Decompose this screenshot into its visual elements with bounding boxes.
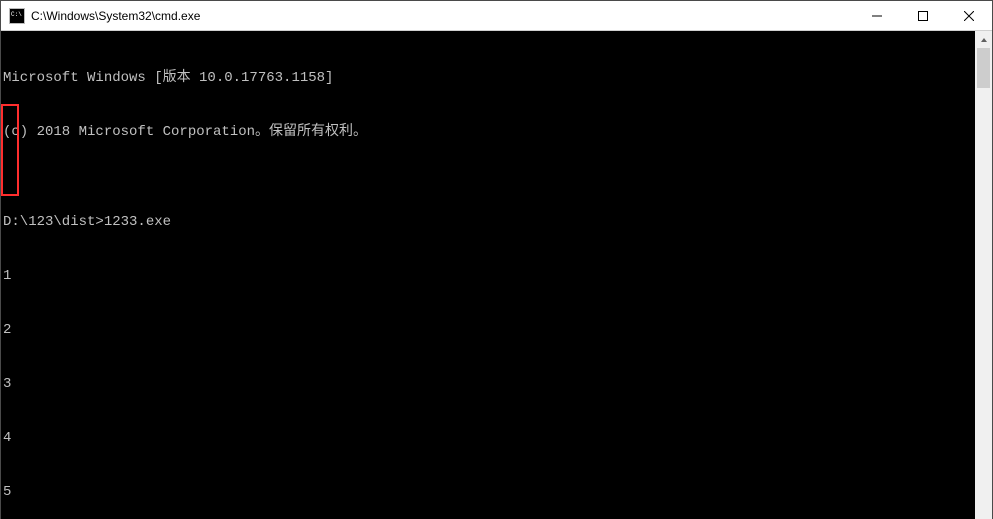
banner-line: (c) 2018 Microsoft Corporation。保留所有权利。 xyxy=(3,123,975,141)
window-title: C:\Windows\System32\cmd.exe xyxy=(31,9,200,23)
banner-line: Microsoft Windows [版本 10.0.17763.1158] xyxy=(3,69,975,87)
maximize-button[interactable] xyxy=(900,1,946,31)
prompt-command: 1233.exe xyxy=(104,214,171,230)
terminal-output[interactable]: Microsoft Windows [版本 10.0.17763.1158] (… xyxy=(1,31,975,519)
titlebar[interactable]: C:\ C:\Windows\System32\cmd.exe xyxy=(1,1,992,31)
vertical-scrollbar[interactable] xyxy=(975,31,992,519)
output-line: 5 xyxy=(3,483,975,501)
cmd-window: C:\ C:\Windows\System32\cmd.exe Microsof… xyxy=(0,0,993,519)
output-line: 4 xyxy=(3,429,975,447)
output-line: 2 xyxy=(3,321,975,339)
scroll-thumb[interactable] xyxy=(977,48,990,88)
scroll-up-button[interactable] xyxy=(975,31,992,48)
prompt-line: D:\123\dist>1233.exe xyxy=(3,213,975,231)
output-line: 1 xyxy=(3,267,975,285)
prompt-path: D:\123\dist> xyxy=(3,214,104,230)
output-line: 3 xyxy=(3,375,975,393)
client-area: Microsoft Windows [版本 10.0.17763.1158] (… xyxy=(1,31,992,519)
scroll-track[interactable] xyxy=(975,48,992,519)
svg-text:C:\: C:\ xyxy=(11,11,22,18)
close-button[interactable] xyxy=(946,1,992,31)
minimize-button[interactable] xyxy=(854,1,900,31)
highlight-box xyxy=(1,104,19,196)
cmd-icon: C:\ xyxy=(9,8,25,24)
